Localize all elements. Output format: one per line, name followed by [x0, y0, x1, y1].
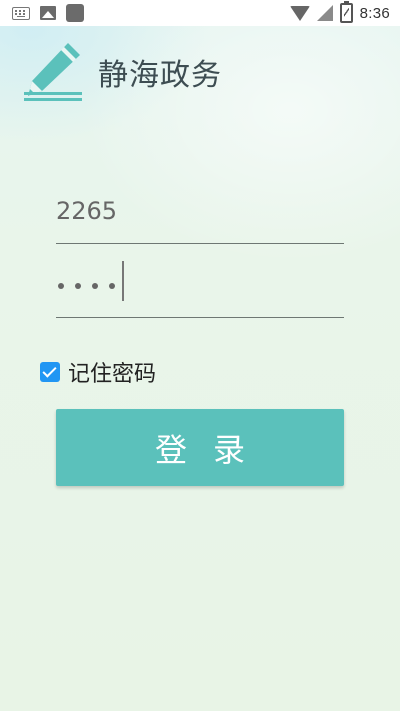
password-dot: [92, 283, 98, 289]
remember-password-checkbox[interactable]: [40, 362, 60, 382]
username-value: 2265: [56, 197, 118, 225]
password-input[interactable]: [56, 259, 344, 318]
login-button-label: 登录: [154, 430, 271, 469]
status-time: 8:36: [359, 4, 390, 22]
status-bar: 8:36: [0, 0, 400, 26]
text-caret: [122, 261, 124, 301]
password-dot: [109, 283, 115, 289]
image-icon: [40, 6, 56, 20]
status-left: [12, 4, 84, 22]
login-screen: 8:36 静海政务 2265 记住密码 登录: [0, 0, 400, 711]
remember-password-label[interactable]: 记住密码: [68, 356, 156, 388]
status-right: 8:36: [289, 1, 390, 23]
keyboard-icon: [12, 6, 30, 20]
pencil-icon: [24, 43, 82, 101]
wifi-icon: [289, 5, 310, 21]
password-mask: [58, 283, 115, 289]
password-dot: [58, 283, 64, 289]
username-input[interactable]: 2265: [56, 186, 344, 244]
password-dot: [75, 283, 81, 289]
square-icon: [66, 4, 84, 22]
battery-icon: [339, 1, 353, 23]
remember-password-row[interactable]: 记住密码: [40, 356, 156, 388]
app-title: 静海政务: [98, 58, 222, 93]
signal-icon: [316, 5, 333, 21]
login-button[interactable]: 登录: [56, 409, 344, 486]
